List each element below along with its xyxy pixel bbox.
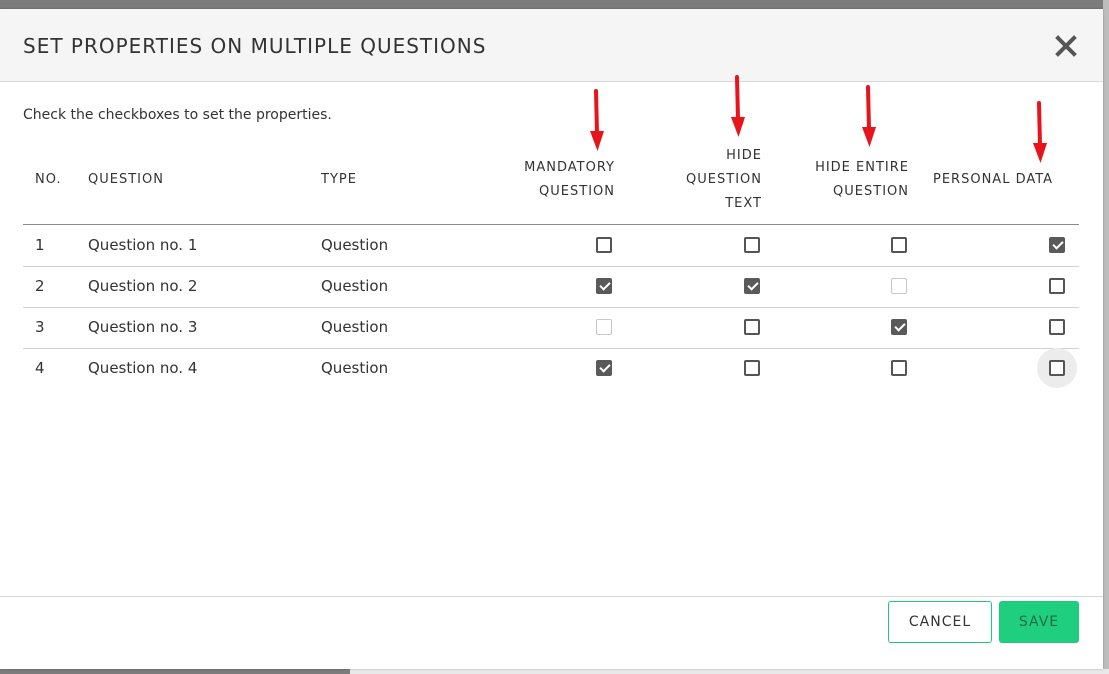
table-header-divider [23,224,1079,225]
column-header-question: QUESTION [88,172,164,187]
hide-question-text-checkbox[interactable] [744,360,760,376]
row-question: Question no. 3 [88,318,198,336]
red-arrow-annotation [862,85,876,147]
row-type: Question [321,318,389,336]
row-question: Question no. 1 [88,236,198,254]
column-header-hide-text-line1: HIDE [726,148,762,163]
row-divider [23,307,1079,308]
row-question: Question no. 4 [88,359,198,377]
column-header-hide-question-text: HIDE QUESTION TEXT [652,144,762,216]
row-divider [23,266,1079,267]
row-number: 3 [35,318,45,336]
column-header-no: NO. [35,172,62,187]
mandatory-checkbox[interactable] [596,278,612,294]
dialog-instructions: Check the checkboxes to set the properti… [23,107,332,123]
column-header-hide-text-line2: QUESTION [686,172,762,187]
close-button[interactable] [1053,33,1079,59]
personal-data-checkbox[interactable] [1049,360,1065,376]
save-button[interactable]: SAVE [999,601,1079,643]
column-header-hide-text-line3: TEXT [725,196,762,211]
row-divider [23,348,1079,349]
set-properties-dialog: SET PROPERTIES ON MULTIPLE QUESTIONS Che… [0,9,1103,669]
row-number: 1 [35,236,45,254]
hide-entire-question-checkbox[interactable] [891,319,907,335]
column-header-mandatory-line2: QUESTION [539,184,615,199]
personal-data-checkbox[interactable] [1049,237,1065,253]
hide-question-text-checkbox[interactable] [744,237,760,253]
red-arrow-annotation [1033,101,1047,163]
red-arrow-annotation [731,75,745,137]
personal-data-checkbox[interactable] [1049,278,1065,294]
column-header-mandatory: MANDATORY QUESTION [495,156,615,204]
column-header-type: TYPE [321,172,357,187]
close-icon [1055,35,1077,57]
hide-question-text-checkbox[interactable] [744,278,760,294]
mandatory-checkbox[interactable] [596,237,612,253]
mandatory-checkbox[interactable] [596,319,612,335]
hide-entire-question-checkbox[interactable] [891,237,907,253]
dialog-footer-divider [0,596,1103,597]
column-header-hide-entire-line2: QUESTION [833,184,909,199]
mandatory-checkbox[interactable] [596,360,612,376]
column-header-hide-entire-line1: HIDE ENTIRE [815,160,909,175]
background-page-edge [1103,0,1109,674]
row-number: 4 [35,359,45,377]
column-header-hide-entire-question: HIDE ENTIRE QUESTION [790,156,909,204]
row-question: Question no. 2 [88,277,198,295]
hide-entire-question-checkbox[interactable] [891,278,907,294]
cancel-button[interactable]: CANCEL [888,601,992,643]
hide-question-text-checkbox[interactable] [744,319,760,335]
dialog-header: SET PROPERTIES ON MULTIPLE QUESTIONS [0,9,1103,82]
background-page-strip [350,669,1109,674]
row-number: 2 [35,277,45,295]
hide-entire-question-checkbox[interactable] [891,360,907,376]
row-type: Question [321,236,389,254]
personal-data-checkbox[interactable] [1049,319,1065,335]
column-header-personal-data: PERSONAL DATA [933,172,1054,187]
row-type: Question [321,277,389,295]
column-header-mandatory-line1: MANDATORY [524,160,615,175]
red-arrow-annotation [590,89,604,151]
row-type: Question [321,359,389,377]
dialog-title: SET PROPERTIES ON MULTIPLE QUESTIONS [23,34,487,58]
